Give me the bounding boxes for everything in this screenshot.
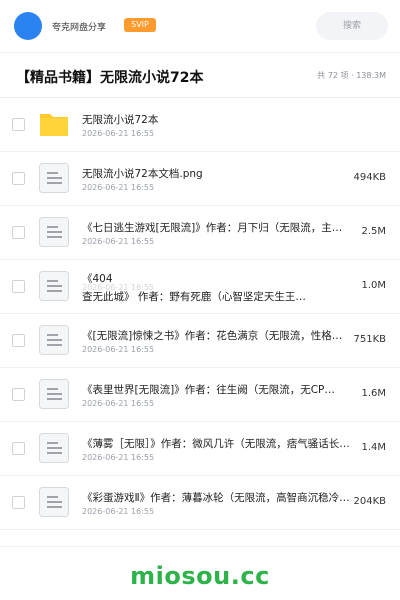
folder-icon: [40, 114, 68, 136]
file-name: 《表里世界[无限流]》作者：往生阙（无限流，无CP…: [82, 384, 335, 396]
watermark: miosou.cc: [130, 562, 270, 590]
list-item[interactable]: 无限流小说72本 2026-06-21 16:55: [0, 98, 400, 152]
document-icon: [39, 487, 69, 517]
file-name: 《七日逃生游戏[无限流]》作者：月下归（无限流，主…: [82, 222, 343, 234]
select-checkbox[interactable]: [12, 226, 25, 239]
file-size: 1.4M: [361, 442, 386, 453]
document-icon: [39, 163, 69, 193]
file-date: 2026-06-21 16:55: [82, 129, 155, 138]
select-checkbox[interactable]: [12, 442, 25, 455]
file-size: 494KB: [353, 172, 386, 183]
select-checkbox[interactable]: [12, 496, 25, 509]
file-list: 无限流小说72本 2026-06-21 16:55 无限流小说72本文档.png…: [0, 98, 400, 530]
folder-summary: 共 72 项 · 138.3M: [317, 71, 386, 80]
list-item[interactable]: 无限流小说72本文档.png 2026-06-21 16:55 494KB: [0, 152, 400, 206]
file-date: 2026-06-21 16:55: [82, 453, 155, 462]
file-size: 1.0M: [361, 280, 386, 291]
share-owner-name: 夸克网盘分享: [52, 23, 107, 33]
select-checkbox[interactable]: [12, 172, 25, 185]
file-name: 《[无限流]惊悚之书》作者：花色满京（无限流，性格…: [82, 330, 343, 342]
document-icon: [39, 379, 69, 409]
svip-badge: SVIP: [124, 18, 156, 32]
file-name: 无限流小说72本文档.png: [82, 168, 203, 180]
top-bar: 夸克网盘分享 SVIP 搜索: [0, 0, 400, 52]
file-date: 2026-06-21 16:55: [82, 507, 155, 516]
file-date: 2026-06-21 16:55: [82, 237, 155, 246]
select-checkbox[interactable]: [12, 334, 25, 347]
avatar[interactable]: [14, 12, 42, 40]
file-size: 204KB: [353, 496, 386, 507]
file-size: 751KB: [353, 334, 386, 345]
file-name: 无限流小说72本: [82, 114, 159, 126]
list-item[interactable]: 《404 2026-06-21 16:55 查无此城》 作者：野有死鹿（心智坚定…: [0, 260, 400, 314]
file-date: 2026-06-21 16:55: [82, 345, 155, 354]
file-date: 2026-06-21 16:55: [82, 183, 155, 192]
folder-header: 【精品书籍】无限流小说72本 共 72 项 · 138.3M: [0, 53, 400, 97]
file-size: 2.5M: [361, 226, 386, 237]
file-name-line2: 查无此城》 作者：野有死鹿（心智坚定天生王…: [82, 291, 306, 303]
document-icon: [39, 217, 69, 247]
file-size: 1.6M: [361, 388, 386, 399]
page-title: 【精品书籍】无限流小说72本: [16, 70, 204, 86]
document-icon: [39, 433, 69, 463]
document-icon: [39, 325, 69, 355]
document-icon: [39, 271, 69, 301]
list-item[interactable]: 《表里世界[无限流]》作者：往生阙（无限流，无CP… 2026-06-21 16…: [0, 368, 400, 422]
select-checkbox[interactable]: [12, 118, 25, 131]
select-checkbox[interactable]: [12, 388, 25, 401]
select-checkbox[interactable]: [12, 280, 25, 293]
divider: [0, 546, 400, 547]
search-button[interactable]: 搜索: [316, 12, 388, 40]
file-name: 《彩蛋游戏Ⅱ》作者：薄暮冰轮（无限流，高智商沉稳冷…: [82, 492, 350, 504]
file-date: 2026-06-21 16:55: [82, 399, 155, 408]
list-item[interactable]: 《薄雾［无限］》作者：微风几许（无限流，痞气骚话长… 2026-06-21 16…: [0, 422, 400, 476]
list-item[interactable]: 《彩蛋游戏Ⅱ》作者：薄暮冰轮（无限流，高智商沉稳冷… 2026-06-21 16…: [0, 476, 400, 530]
list-item[interactable]: 《七日逃生游戏[无限流]》作者：月下归（无限流，主… 2026-06-21 16…: [0, 206, 400, 260]
file-name: 《薄雾［无限］》作者：微风几许（无限流，痞气骚话长…: [82, 438, 350, 450]
list-item[interactable]: 《[无限流]惊悚之书》作者：花色满京（无限流，性格… 2026-06-21 16…: [0, 314, 400, 368]
